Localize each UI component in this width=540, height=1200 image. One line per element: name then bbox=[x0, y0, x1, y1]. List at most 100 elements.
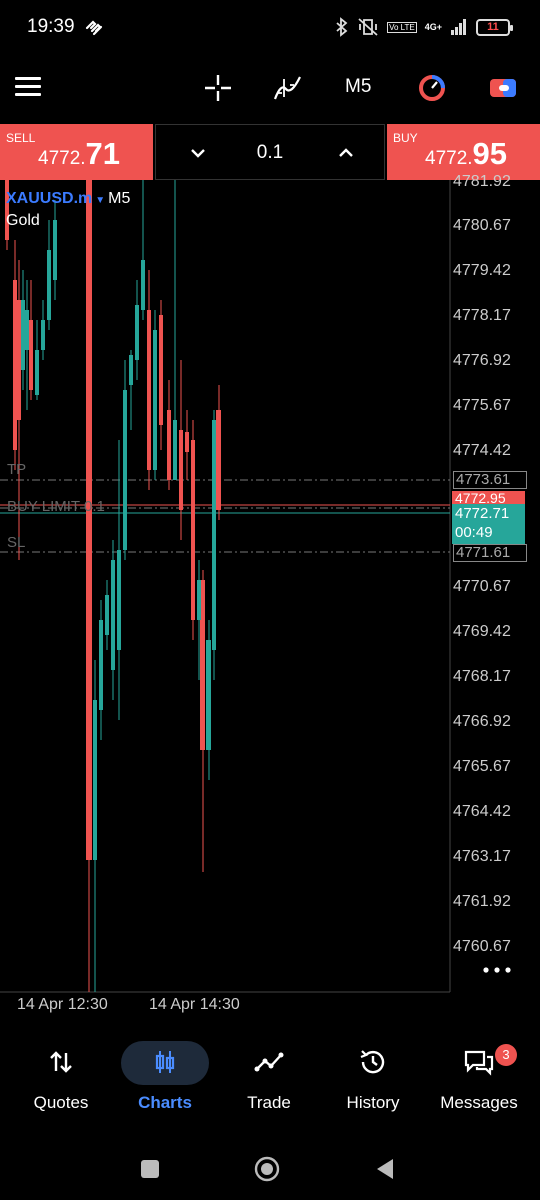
candle-body bbox=[197, 580, 201, 620]
home-button[interactable] bbox=[252, 1154, 282, 1184]
price-chart[interactable]: XAUUSD.m ▼ M5 Gold TP BUY LIMIT 0.1 SL 478… bbox=[0, 173, 540, 1020]
crosshair-icon[interactable] bbox=[200, 70, 236, 106]
buy-limit-label[interactable]: BUY LIMIT 0.1 bbox=[7, 498, 105, 515]
status-icons: Vo LTE 4G+ 11 bbox=[335, 16, 513, 38]
price-tick: 4760.67 bbox=[453, 938, 511, 955]
current-price-tag: 4772.71 00:49 bbox=[452, 504, 525, 544]
buy-limit-price-tag: 4772.95 bbox=[452, 491, 525, 505]
status-bar: 19:39 Vo LTE 4G+ 11 bbox=[0, 0, 540, 56]
symbol-title[interactable]: XAUUSD.m ▼ M5 bbox=[6, 190, 130, 208]
candle-body bbox=[117, 550, 121, 650]
price-tick: 4763.17 bbox=[453, 848, 511, 865]
candle-body bbox=[129, 355, 133, 385]
candle-body bbox=[159, 315, 163, 425]
candle-body bbox=[13, 280, 17, 450]
price-tick: 4779.42 bbox=[453, 262, 511, 279]
nav-messages[interactable]: 3 Messages bbox=[425, 1030, 533, 1130]
messages-badge: 3 bbox=[495, 1044, 517, 1066]
nav-messages-label: Messages bbox=[440, 1093, 518, 1112]
nav-trade-label: Trade bbox=[247, 1093, 291, 1112]
time-label: 14 Apr 14:30 bbox=[149, 996, 240, 1013]
nav-quotes-label: Quotes bbox=[33, 1093, 89, 1112]
sell-label: SELL bbox=[6, 131, 36, 145]
candle-body bbox=[93, 700, 97, 860]
chart-toolbar: M5 bbox=[0, 56, 540, 124]
candle-body bbox=[147, 310, 151, 470]
price-tick: 4765.67 bbox=[453, 758, 511, 775]
candle-body bbox=[123, 390, 127, 550]
symbol-name: XAUUSD.m bbox=[6, 190, 93, 207]
signal-icon bbox=[451, 19, 466, 35]
indicator-icon[interactable] bbox=[270, 70, 306, 106]
current-price: 4772.71 bbox=[455, 505, 510, 522]
timeframe-button[interactable]: M5 bbox=[345, 76, 371, 98]
back-button[interactable] bbox=[370, 1154, 400, 1184]
volume-control: 0.1 bbox=[155, 124, 385, 180]
candle-body bbox=[191, 440, 195, 620]
candle-body bbox=[173, 420, 177, 480]
circle-icon bbox=[254, 1156, 280, 1182]
battery-icon: 11 bbox=[476, 18, 513, 36]
candles bbox=[5, 180, 221, 992]
price-tick: 4768.17 bbox=[453, 668, 511, 685]
battery-level: 11 bbox=[487, 21, 499, 33]
candle-body bbox=[105, 595, 109, 635]
history-icon bbox=[357, 1046, 389, 1078]
tp-price-tag: 4773.61 bbox=[453, 471, 527, 489]
nav-trade[interactable]: Trade bbox=[215, 1030, 323, 1130]
price-tick: 4764.42 bbox=[453, 803, 511, 820]
price-tick: 4781.92 bbox=[453, 173, 511, 190]
sl-price-tag: 4771.61 bbox=[453, 544, 527, 562]
buy-price: 4772.95 bbox=[425, 136, 508, 171]
symbol-dropdown-icon: ▼ bbox=[95, 195, 106, 206]
buy-button[interactable]: BUY 4772.95 bbox=[387, 124, 540, 180]
candle-body bbox=[185, 432, 189, 452]
objects-icon[interactable] bbox=[414, 70, 450, 106]
volume-increase-icon[interactable] bbox=[334, 141, 358, 165]
candle-body bbox=[206, 640, 211, 750]
nav-quotes[interactable]: Quotes bbox=[7, 1030, 115, 1130]
candle-body bbox=[35, 350, 39, 395]
messages-icon bbox=[463, 1046, 495, 1078]
symbol-description: Gold bbox=[6, 212, 40, 229]
candle-body bbox=[47, 250, 51, 320]
buy-label: BUY bbox=[393, 131, 418, 145]
recents-button[interactable] bbox=[135, 1154, 165, 1184]
tp-label: TP bbox=[7, 461, 27, 478]
more-options-icon[interactable] bbox=[482, 960, 512, 980]
price-tick: 4780.67 bbox=[453, 217, 511, 234]
candle-body bbox=[25, 310, 29, 350]
price-tick: 4770.67 bbox=[453, 578, 511, 595]
candle-body bbox=[17, 300, 21, 420]
sell-price: 4772.71 bbox=[38, 136, 121, 171]
nav-charts[interactable]: Charts bbox=[111, 1030, 219, 1130]
candle-body bbox=[111, 560, 115, 670]
price-tick: 4775.67 bbox=[453, 397, 511, 414]
candle-body bbox=[179, 430, 183, 510]
sl-label: SL bbox=[7, 534, 26, 551]
nav-history[interactable]: History bbox=[319, 1030, 427, 1130]
nav-charts-label: Charts bbox=[138, 1093, 192, 1112]
candle-body bbox=[153, 330, 157, 470]
bluetooth-icon bbox=[336, 17, 348, 37]
candle-body bbox=[216, 410, 221, 510]
price-tick: 4778.17 bbox=[453, 307, 511, 324]
sell-button[interactable]: SELL 4772.71 bbox=[0, 124, 153, 180]
candle-body bbox=[5, 180, 9, 240]
menu-icon[interactable] bbox=[15, 77, 41, 97]
charts-icon bbox=[149, 1046, 181, 1078]
symbol-timeframe: M5 bbox=[108, 190, 131, 207]
price-tick: 4774.42 bbox=[453, 442, 511, 459]
price-tick: 4769.42 bbox=[453, 623, 511, 640]
one-click-trading-panel: SELL 4772.71 0.1 BUY 4772.95 bbox=[0, 124, 540, 180]
account-icon[interactable] bbox=[485, 70, 521, 106]
volte-indicator: Vo LTE bbox=[387, 21, 417, 33]
price-tick: 4761.92 bbox=[453, 893, 511, 910]
price-tick: 4776.92 bbox=[453, 352, 511, 369]
candle-body bbox=[212, 420, 216, 650]
trade-icon bbox=[253, 1046, 285, 1078]
status-time: 19:39 bbox=[27, 16, 75, 37]
candle-body bbox=[21, 300, 25, 370]
time-label: 14 Apr 12:30 bbox=[17, 996, 108, 1013]
candle-body bbox=[141, 260, 145, 310]
